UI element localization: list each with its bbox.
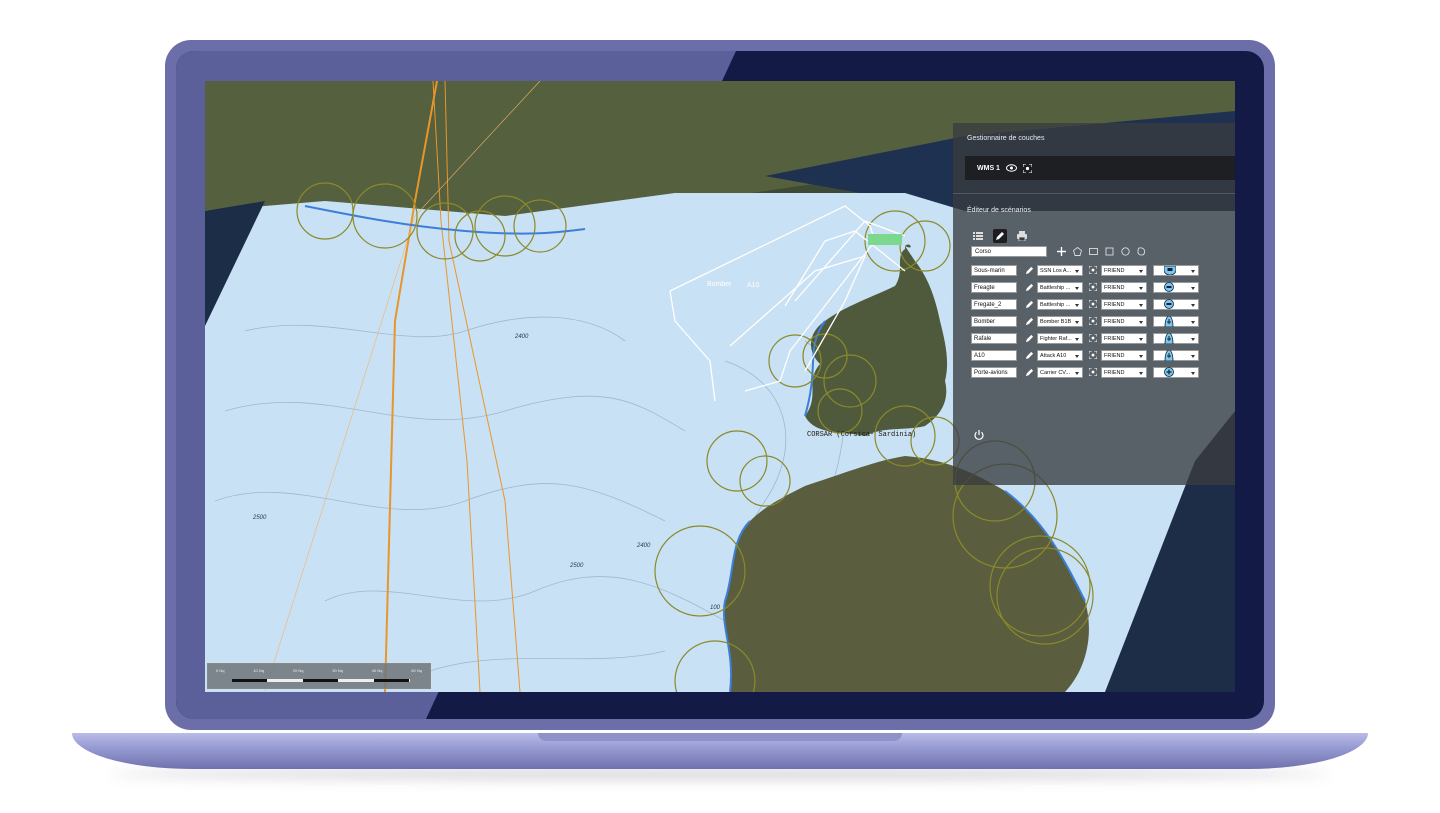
side-panel: › Gestionnaire de couches WMS 1 Éditeur … xyxy=(944,123,1235,485)
unit-side-select[interactable]: FRIEND xyxy=(1101,264,1147,276)
scale-tick: 50 Nq xyxy=(411,668,422,673)
unit-row[interactable]: Fregate_2 Battleship ... FRIEND xyxy=(971,298,1199,310)
focus-target-icon[interactable] xyxy=(1087,334,1099,342)
focus-target-icon[interactable] xyxy=(1087,283,1099,291)
track-label-a10: A10 xyxy=(747,282,760,289)
surface-ship-icon[interactable] xyxy=(1153,298,1199,310)
polygon-icon[interactable] xyxy=(1071,246,1083,257)
map-screen[interactable]: Bomber A10 CORSAR (Corsica- Sardinia) 25… xyxy=(205,81,1235,692)
unit-side-select[interactable]: FRIEND xyxy=(1101,298,1147,310)
scenario-editor-title: Éditeur de scénarios xyxy=(967,207,1031,214)
focus-target-icon[interactable] xyxy=(1087,351,1099,359)
printer-icon[interactable] xyxy=(1015,229,1029,243)
panel-divider xyxy=(953,193,1235,194)
aircraft-icon[interactable] xyxy=(1153,349,1199,361)
scale-tick: 20 Nq xyxy=(292,668,304,673)
unit-side-select[interactable]: FRIEND xyxy=(1101,315,1147,327)
aircraft-icon[interactable] xyxy=(1153,332,1199,344)
laptop-notch xyxy=(538,733,902,741)
unit-type-select[interactable]: SSN Los A... xyxy=(1037,264,1083,276)
unit-name-field[interactable]: A10 xyxy=(971,349,1017,361)
unit-side-select[interactable]: FRIEND xyxy=(1101,332,1147,344)
unit-type-select[interactable]: Bomber B1B xyxy=(1037,315,1083,327)
unit-side-select[interactable]: FRIEND xyxy=(1101,366,1147,378)
depth-label: 2400 xyxy=(514,334,529,340)
surface-ship-icon[interactable] xyxy=(1153,281,1199,293)
focus-target-icon[interactable] xyxy=(1087,317,1099,325)
layer-manager-title: Gestionnaire de couches xyxy=(967,135,1045,142)
scale-bar: 0 Nq 10 Nq 20 Nq 30 Nq 40 Nq 50 Nq xyxy=(207,663,431,689)
area-label: CORSAR (Corsica- Sardinia) xyxy=(807,431,916,439)
unit-type-select[interactable]: Attack A10 xyxy=(1037,349,1083,361)
unit-name-field[interactable]: Rafale xyxy=(971,332,1017,344)
unit-name-field[interactable]: Bomber xyxy=(971,315,1017,327)
focus-target-icon[interactable] xyxy=(1087,266,1099,274)
unit-name-field[interactable]: Fregate_2 xyxy=(971,298,1017,310)
square-icon[interactable] xyxy=(1103,246,1115,257)
unit-row[interactable]: Sous-marin SSN Los A... FRIEND xyxy=(971,264,1199,276)
scale-line xyxy=(232,679,410,682)
track-label-bomber: Bomber xyxy=(707,281,732,288)
eye-icon[interactable] xyxy=(1005,164,1017,172)
submarine-icon[interactable] xyxy=(1153,264,1199,276)
scale-tick: 0 Nq xyxy=(216,668,225,673)
shape-tools xyxy=(1055,246,1147,257)
unit-side-select[interactable]: FRIEND xyxy=(1101,281,1147,293)
focus-target-icon[interactable] xyxy=(1087,368,1099,376)
unit-row[interactable]: Bomber Bomber B1B FRIEND xyxy=(971,315,1199,327)
depth-label: 2500 xyxy=(252,515,267,521)
focus-target-icon[interactable] xyxy=(1087,300,1099,308)
unit-type-select[interactable]: Battleship ... xyxy=(1037,281,1083,293)
depth-label: 100 xyxy=(710,605,721,611)
plus-icon[interactable] xyxy=(1055,246,1067,257)
freeform-shape-icon[interactable] xyxy=(1135,246,1147,257)
unit-name-field[interactable]: Freagte xyxy=(971,281,1017,293)
scale-tick: 40 Nq xyxy=(371,668,383,673)
depth-label: 2400 xyxy=(636,543,651,549)
unit-row[interactable]: Freagte Battleship ... FRIEND xyxy=(971,281,1199,293)
aircraft-icon[interactable] xyxy=(1153,315,1199,327)
unit-name-field[interactable]: Sous-marin xyxy=(971,264,1017,276)
chevron-right-icon[interactable]: › xyxy=(941,295,951,311)
depth-label: 2500 xyxy=(569,563,584,569)
circle-icon[interactable] xyxy=(1119,246,1131,257)
unit-side-select[interactable]: FRIEND xyxy=(1101,349,1147,361)
scenario-name-input[interactable]: Corso xyxy=(971,246,1047,257)
rectangle-icon[interactable] xyxy=(1087,246,1099,257)
scale-tick: 10 Nq xyxy=(253,668,264,673)
laptop-shadow xyxy=(110,768,1330,780)
unit-type-select[interactable]: Fighter Raf... xyxy=(1037,332,1083,344)
unit-row[interactable]: Porte-avions Carrier CV... FRIEND xyxy=(971,366,1199,378)
pencil-icon[interactable] xyxy=(1021,300,1037,309)
pencil-icon[interactable] xyxy=(1021,351,1037,360)
unit-row[interactable]: A10 Attack A10 FRIEND xyxy=(971,349,1199,361)
scale-tick: 30 Nq xyxy=(332,668,343,673)
pencil-icon[interactable] xyxy=(1021,266,1037,275)
pencil-icon[interactable] xyxy=(1021,334,1037,343)
pencil-icon[interactable] xyxy=(1021,317,1037,326)
carrier-icon[interactable] xyxy=(1153,366,1199,378)
list-icon[interactable] xyxy=(971,229,985,243)
editor-mode-bar xyxy=(971,229,1029,243)
unit-row[interactable]: Rafale Fighter Raf... FRIEND xyxy=(971,332,1199,344)
layer-row[interactable]: WMS 1 xyxy=(965,156,1235,180)
pencil-icon[interactable] xyxy=(1021,283,1037,292)
layer-name: WMS 1 xyxy=(977,164,1000,172)
pencil-icon[interactable] xyxy=(1021,368,1037,377)
unit-type-select[interactable]: Battleship ... xyxy=(1037,298,1083,310)
unit-name-field[interactable]: Porte-avions xyxy=(971,366,1017,378)
focus-target-icon[interactable] xyxy=(1022,163,1032,173)
unit-type-select[interactable]: Carrier CV... xyxy=(1037,366,1083,378)
selected-marker xyxy=(868,234,902,245)
power-icon[interactable] xyxy=(973,428,985,440)
pencil-icon[interactable] xyxy=(993,229,1007,243)
